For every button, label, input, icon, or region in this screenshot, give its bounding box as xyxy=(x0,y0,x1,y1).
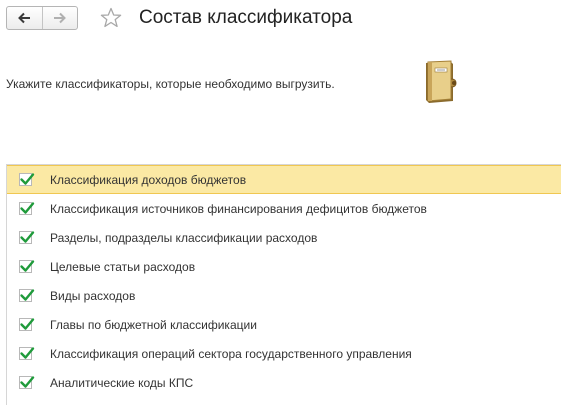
list-item-label: Виды расходов xyxy=(50,288,136,303)
instruction-text: Укажите классификаторы, которые необходи… xyxy=(6,77,335,91)
list-item-label: Классификация доходов бюджетов xyxy=(50,172,247,187)
list-item[interactable]: Виды расходов xyxy=(7,281,561,310)
star-icon xyxy=(100,7,122,28)
classifier-book-icon xyxy=(420,59,460,110)
list-item[interactable]: Классификация доходов бюджетов xyxy=(7,165,561,194)
list-item-label: Аналитические коды КПС xyxy=(50,375,194,390)
checkmark-icon xyxy=(20,318,35,330)
checkmark-icon xyxy=(20,347,35,359)
checkbox[interactable] xyxy=(19,318,35,331)
classifier-list: Классификация доходов бюджетов Классифика… xyxy=(6,164,561,405)
checkbox[interactable] xyxy=(19,289,35,302)
checkbox[interactable] xyxy=(19,347,35,360)
checkmark-icon xyxy=(20,231,35,243)
list-item-label: Целевые статьи расходов xyxy=(50,259,196,274)
page-title: Состав классификатора xyxy=(139,7,353,28)
list-item-label: Главы по бюджетной классификации xyxy=(50,317,257,332)
forward-button[interactable] xyxy=(41,7,78,29)
checkbox[interactable] xyxy=(19,260,35,273)
list-item-label: Классификация источников финансирования … xyxy=(50,201,427,216)
list-item[interactable]: Главы по бюджетной классификации xyxy=(7,310,561,339)
arrow-left-icon xyxy=(18,12,31,24)
list-item[interactable]: Аналитические коды КПС xyxy=(7,368,561,397)
checkbox[interactable] xyxy=(19,376,35,389)
checkbox[interactable] xyxy=(19,202,35,215)
list-item[interactable]: Целевые статьи расходов xyxy=(7,252,561,281)
checkmark-icon xyxy=(20,260,35,272)
checkmark-icon xyxy=(20,376,35,388)
navigation-buttons xyxy=(6,6,78,30)
list-item-label: Классификация операций сектора государст… xyxy=(50,346,412,361)
checkbox[interactable] xyxy=(19,231,35,244)
checkmark-icon xyxy=(20,173,35,185)
favorite-button[interactable] xyxy=(99,6,123,35)
checkbox[interactable] xyxy=(19,173,35,186)
list-item[interactable]: Классификация источников финансирования … xyxy=(7,194,561,223)
checkmark-icon xyxy=(20,289,35,301)
back-button[interactable] xyxy=(7,7,42,29)
list-item[interactable]: Разделы, подразделы классификации расход… xyxy=(7,223,561,252)
checkmark-icon xyxy=(20,202,35,214)
list-item-label: Разделы, подразделы классификации расход… xyxy=(50,230,318,245)
list-item[interactable]: Классификация операций сектора государст… xyxy=(7,339,561,368)
arrow-right-icon xyxy=(53,12,66,24)
